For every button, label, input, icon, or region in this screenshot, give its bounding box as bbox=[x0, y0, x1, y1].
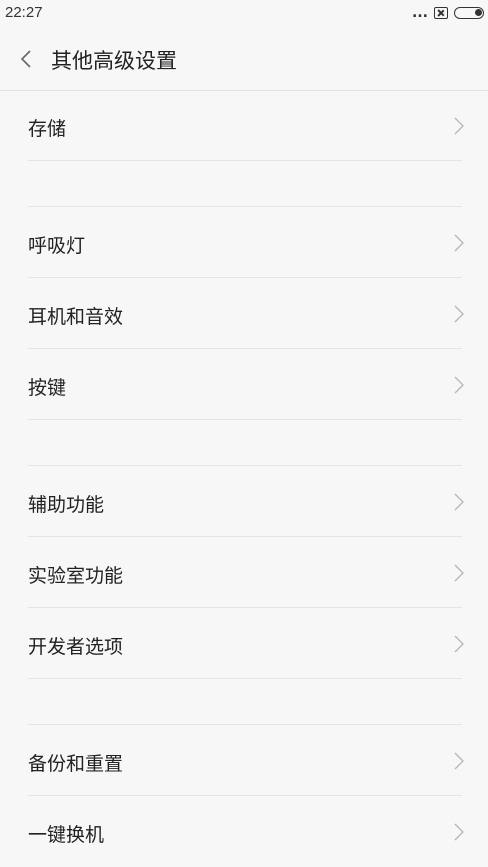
back-button[interactable] bbox=[8, 40, 44, 78]
settings-item[interactable]: 辅助功能 bbox=[0, 466, 488, 537]
battery-icon bbox=[454, 7, 484, 19]
settings-item[interactable]: 存储 bbox=[0, 90, 488, 161]
settings-item-label: 开发者选项 bbox=[28, 636, 124, 658]
settings-item-label: 呼吸灯 bbox=[28, 235, 86, 257]
chevron-right-icon bbox=[454, 752, 464, 770]
header: 其他高级设置 bbox=[0, 28, 488, 91]
more-dots-icon: ... bbox=[412, 5, 428, 21]
notification-box-icon bbox=[434, 7, 448, 19]
status-bar: 22:27 ... bbox=[0, 0, 488, 28]
settings-item-label: 存储 bbox=[28, 118, 67, 140]
chevron-right-icon bbox=[454, 376, 464, 394]
chevron-right-icon bbox=[454, 234, 464, 252]
chevron-left-icon bbox=[20, 50, 31, 68]
group-spacer bbox=[0, 679, 488, 725]
status-time: 22:27 bbox=[5, 4, 43, 21]
settings-item[interactable]: 按键 bbox=[0, 349, 488, 420]
chevron-right-icon bbox=[454, 635, 464, 653]
chevron-right-icon bbox=[454, 493, 464, 511]
settings-item-label: 实验室功能 bbox=[28, 565, 124, 587]
settings-item[interactable]: 开发者选项 bbox=[0, 608, 488, 679]
chevron-right-icon bbox=[454, 564, 464, 582]
settings-item[interactable]: 备份和重置 bbox=[0, 725, 488, 796]
settings-item[interactable]: 实验室功能 bbox=[0, 537, 488, 608]
chevron-right-icon bbox=[454, 823, 464, 841]
settings-item[interactable]: 耳机和音效 bbox=[0, 278, 488, 349]
group-spacer bbox=[0, 161, 488, 207]
page-title: 其他高级设置 bbox=[51, 49, 177, 73]
settings-item-label: 耳机和音效 bbox=[28, 306, 124, 328]
settings-list: 存储呼吸灯耳机和音效按键辅助功能实验室功能开发者选项备份和重置一键换机 bbox=[0, 90, 488, 867]
chevron-right-icon bbox=[454, 305, 464, 323]
chevron-right-icon bbox=[454, 117, 464, 135]
settings-item-label: 辅助功能 bbox=[28, 494, 105, 516]
settings-item-label: 一键换机 bbox=[28, 824, 105, 846]
settings-item[interactable]: 一键换机 bbox=[0, 796, 488, 867]
status-icons: ... bbox=[412, 4, 484, 22]
group-spacer bbox=[0, 420, 488, 466]
settings-item-label: 按键 bbox=[28, 377, 67, 399]
settings-item[interactable]: 呼吸灯 bbox=[0, 207, 488, 278]
settings-item-label: 备份和重置 bbox=[28, 753, 124, 775]
